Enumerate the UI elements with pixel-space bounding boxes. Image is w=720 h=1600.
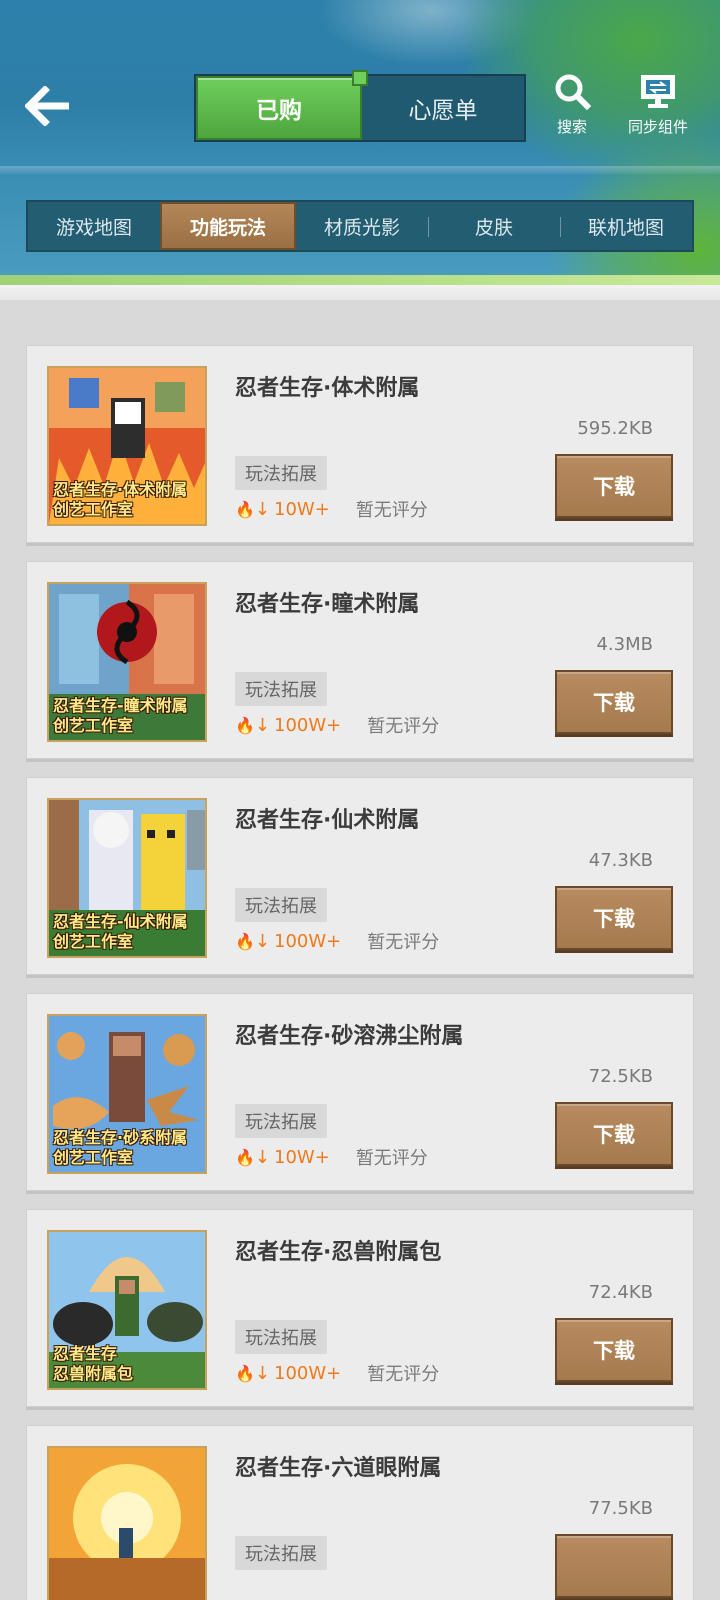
download-count: 10W+	[274, 1146, 330, 1168]
download-button[interactable]: 下载	[555, 886, 673, 950]
list-item[interactable]: 忍者生存-瞳术附属 创艺工作室 忍者生存·瞳术附属 4.3MB 玩法拓展 🔥 ↓…	[26, 561, 694, 759]
download-count: 100W+	[274, 930, 342, 952]
category-online-maps[interactable]: 联机地图	[560, 202, 692, 250]
item-size: 595.2KB	[577, 418, 653, 439]
item-tag: 玩法拓展	[235, 672, 327, 706]
item-thumbnail: 忍者生存 忍兽附属包	[47, 1230, 207, 1390]
list-item[interactable]: 忍者生存 忍兽附属包 忍者生存·忍兽附属包 72.4KB 玩法拓展 🔥 ↓ 10…	[26, 1209, 694, 1407]
item-tag: 玩法拓展	[235, 456, 327, 490]
download-count: 10W+	[274, 498, 330, 520]
item-thumbnail	[47, 1446, 207, 1600]
fire-icon: 🔥	[235, 931, 255, 951]
search-label: 搜索	[556, 118, 587, 136]
download-count: 100W+	[274, 714, 342, 736]
thumb-caption: 忍者生存-瞳术附属 创艺工作室	[53, 696, 188, 735]
list-item[interactable]: 忍者生存·体术附属 创艺工作室 忍者生存·体术附属 595.2KB 玩法拓展 🔥…	[26, 345, 694, 543]
download-count: 100W+	[274, 1362, 342, 1384]
sync-monitor-icon	[641, 75, 675, 108]
item-thumbnail: 忍者生存·体术附属 创艺工作室	[47, 366, 207, 526]
item-title: 忍者生存·砂溶沸尘附属	[235, 1024, 464, 1049]
grass-strip	[0, 275, 720, 285]
item-rating: 暂无评分	[367, 1364, 440, 1385]
download-button[interactable]: 下载	[555, 670, 673, 734]
category-bar: 游戏地图 功能玩法 材质光影 皮肤 联机地图	[26, 200, 694, 252]
fire-icon: 🔥	[235, 1363, 255, 1383]
sync-label: 同步组件	[628, 118, 689, 136]
thumb-caption: 忍者生存-仙术附属 创艺工作室	[53, 912, 188, 951]
item-size: 72.4KB	[588, 1282, 653, 1303]
back-arrow-icon	[25, 86, 69, 126]
item-size: 72.5KB	[588, 1066, 653, 1087]
item-title: 忍者生存·体术附属	[235, 376, 420, 401]
back-button[interactable]	[22, 80, 74, 132]
item-stats: 🔥 ↓ 10W+ 暂无评分	[235, 496, 428, 522]
header-divider	[0, 166, 720, 174]
item-title: 忍者生存·六道眼附属	[235, 1456, 442, 1481]
category-textures[interactable]: 材质光影	[296, 202, 428, 250]
item-rating: 暂无评分	[367, 932, 440, 953]
item-stats: 🔥 ↓ 100W+ 暂无评分	[235, 712, 439, 738]
download-arrow-icon: ↓	[254, 714, 271, 736]
thumb-caption: 忍者生存·体术附属 创艺工作室	[53, 480, 188, 519]
category-skins[interactable]: 皮肤	[428, 202, 560, 250]
item-title: 忍者生存·瞳术附属	[235, 592, 420, 617]
tab-wishlist[interactable]: 心愿单	[362, 76, 524, 140]
fire-icon: 🔥	[235, 499, 255, 519]
download-button[interactable]	[555, 1534, 673, 1598]
category-game-maps[interactable]: 游戏地图	[28, 202, 160, 250]
list-item[interactable]: 忍者生存·六道眼附属 77.5KB 玩法拓展	[26, 1425, 694, 1600]
search-icon	[555, 74, 591, 110]
download-arrow-icon: ↓	[254, 1362, 271, 1384]
thumb-caption: 忍者生存·砂系附属 创艺工作室	[53, 1128, 188, 1167]
list-item[interactable]: 忍者生存·砂系附属 创艺工作室 忍者生存·砂溶沸尘附属 72.5KB 玩法拓展 …	[26, 993, 694, 1191]
download-button[interactable]: 下载	[555, 454, 673, 518]
top-header: 已购 心愿单 搜索 同步组件 游戏地图 功能玩法 材质光影 皮肤 联机地图	[0, 0, 720, 300]
item-size: 77.5KB	[588, 1498, 653, 1519]
item-title: 忍者生存·仙术附属	[235, 808, 420, 833]
purchase-wishlist-switch: 已购 心愿单	[194, 70, 526, 142]
item-stats: 🔥 ↓ 10W+ 暂无评分	[235, 1144, 428, 1170]
item-thumbnail: 忍者生存·砂系附属 创艺工作室	[47, 1014, 207, 1174]
tab-purchased[interactable]: 已购	[196, 70, 368, 140]
item-size: 4.3MB	[596, 634, 653, 655]
thumb-caption: 忍者生存 忍兽附属包	[53, 1344, 134, 1383]
item-tag: 玩法拓展	[235, 1536, 327, 1570]
item-tag: 玩法拓展	[235, 1320, 327, 1354]
download-arrow-icon: ↓	[254, 498, 271, 520]
item-tag: 玩法拓展	[235, 888, 327, 922]
item-title: 忍者生存·忍兽附属包	[235, 1240, 442, 1265]
download-button[interactable]: 下载	[555, 1102, 673, 1166]
fire-icon: 🔥	[235, 1147, 255, 1167]
item-stats: 🔥 ↓ 100W+ 暂无评分	[235, 928, 439, 954]
item-rating: 暂无评分	[355, 1148, 428, 1169]
fire-icon: 🔥	[235, 715, 255, 735]
sync-components-button[interactable]: 同步组件	[628, 70, 688, 137]
item-thumbnail: 忍者生存-仙术附属 创艺工作室	[47, 798, 207, 958]
item-tag: 玩法拓展	[235, 1104, 327, 1138]
item-thumbnail: 忍者生存-瞳术附属 创艺工作室	[47, 582, 207, 742]
item-stats: 🔥 ↓ 100W+ 暂无评分	[235, 1360, 439, 1386]
item-rating: 暂无评分	[367, 716, 440, 737]
download-arrow-icon: ↓	[254, 1146, 271, 1168]
item-size: 47.3KB	[588, 850, 653, 871]
download-arrow-icon: ↓	[254, 930, 271, 952]
header-bottom-border	[0, 285, 720, 300]
category-gameplay[interactable]: 功能玩法	[160, 202, 296, 250]
search-button[interactable]: 搜索	[550, 70, 594, 137]
download-button[interactable]: 下载	[555, 1318, 673, 1382]
item-rating: 暂无评分	[355, 500, 428, 521]
list-item[interactable]: 忍者生存-仙术附属 创艺工作室 忍者生存·仙术附属 47.3KB 玩法拓展 🔥 …	[26, 777, 694, 975]
